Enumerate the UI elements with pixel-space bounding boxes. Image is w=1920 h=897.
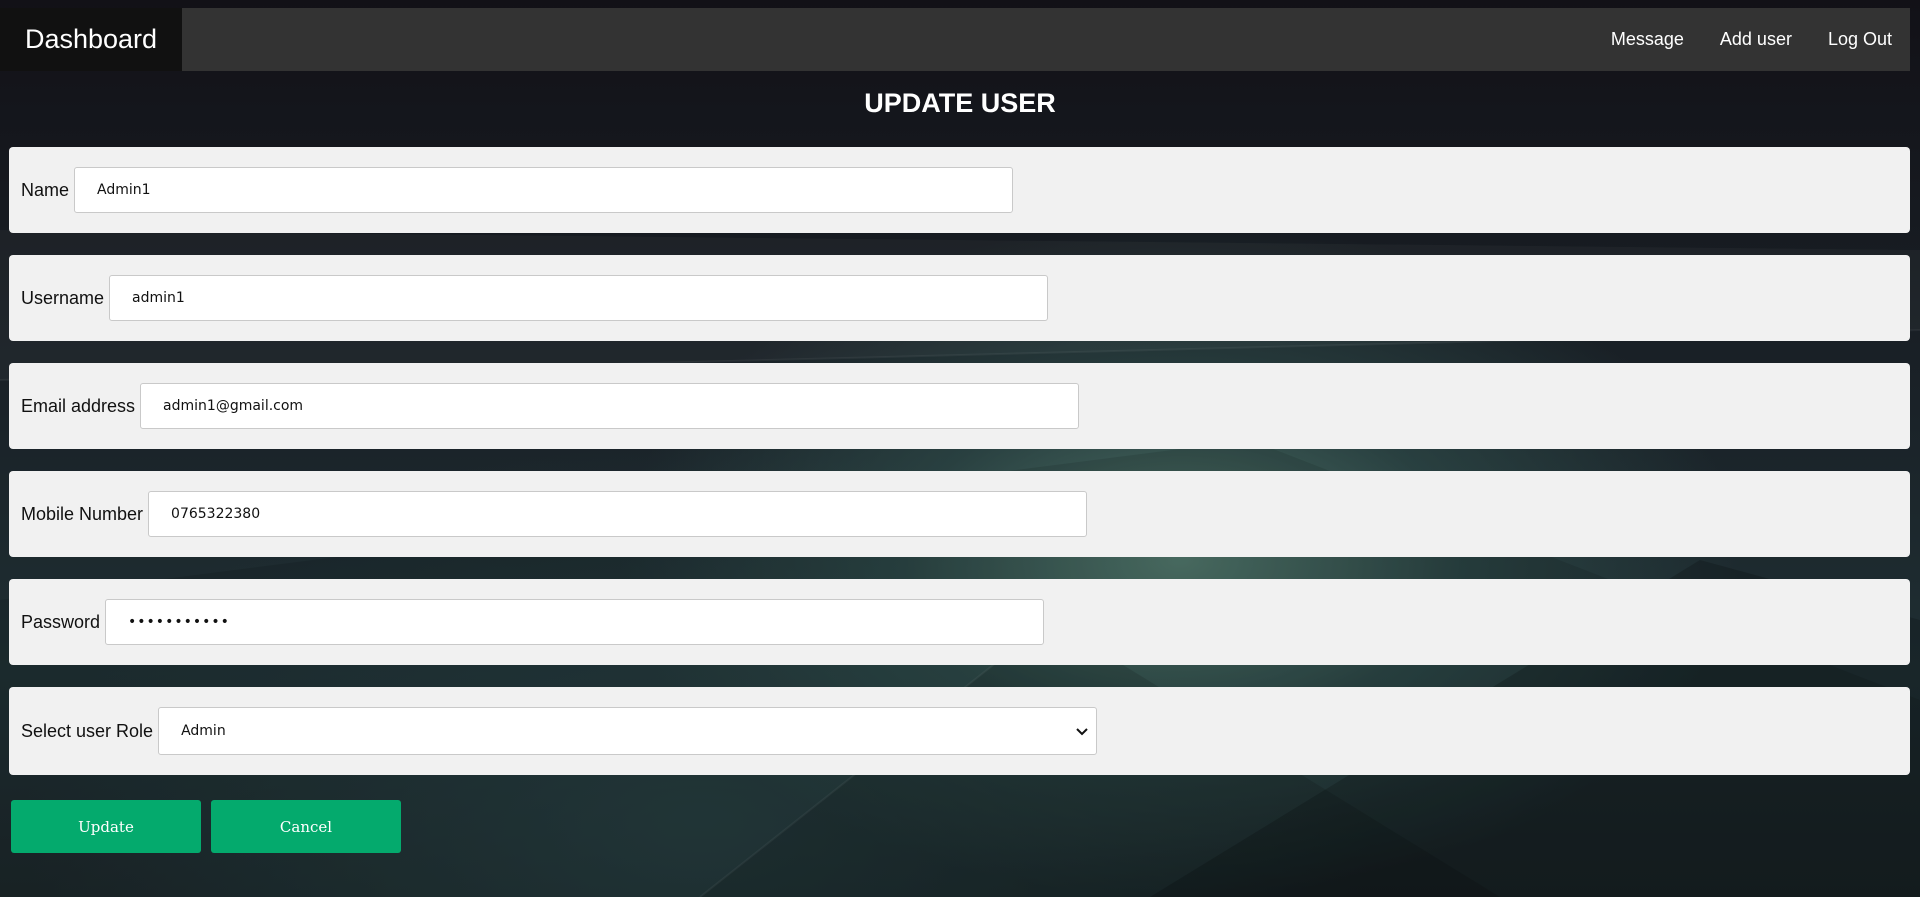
role-select-wrap: Admin [158, 707, 1098, 755]
username-row: Username [9, 255, 1910, 341]
password-input[interactable] [105, 599, 1045, 645]
name-label: Name [21, 179, 70, 200]
role-label: Select user Role [21, 720, 154, 741]
password-label: Password [21, 611, 101, 632]
email-input[interactable] [140, 383, 1080, 429]
nav-link-add-user[interactable]: Add user [1702, 8, 1810, 71]
page-title: UPDATE USER [864, 88, 1056, 118]
name-input[interactable] [74, 167, 1014, 213]
username-input[interactable] [109, 275, 1049, 321]
cancel-button[interactable]: Cancel [211, 800, 401, 853]
mobile-label: Mobile Number [21, 503, 144, 524]
mobile-row: Mobile Number [9, 471, 1910, 557]
nav-links: Message Add user Log Out [1593, 8, 1910, 71]
username-label: Username [21, 287, 105, 308]
name-row: Name [9, 147, 1910, 233]
password-row: Password [9, 579, 1910, 665]
dashboard-brand-link[interactable]: Dashboard [0, 8, 182, 71]
top-navbar: Dashboard Message Add user Log Out [0, 8, 1910, 71]
email-label: Email address [21, 395, 136, 416]
email-row: Email address [9, 363, 1910, 449]
mobile-input[interactable] [148, 491, 1088, 537]
nav-link-message[interactable]: Message [1593, 8, 1702, 71]
role-select[interactable]: Admin [158, 707, 1098, 755]
nav-link-log-out[interactable]: Log Out [1810, 8, 1910, 71]
update-button[interactable]: Update [11, 800, 201, 853]
role-row: Select user Role Admin [9, 687, 1910, 775]
